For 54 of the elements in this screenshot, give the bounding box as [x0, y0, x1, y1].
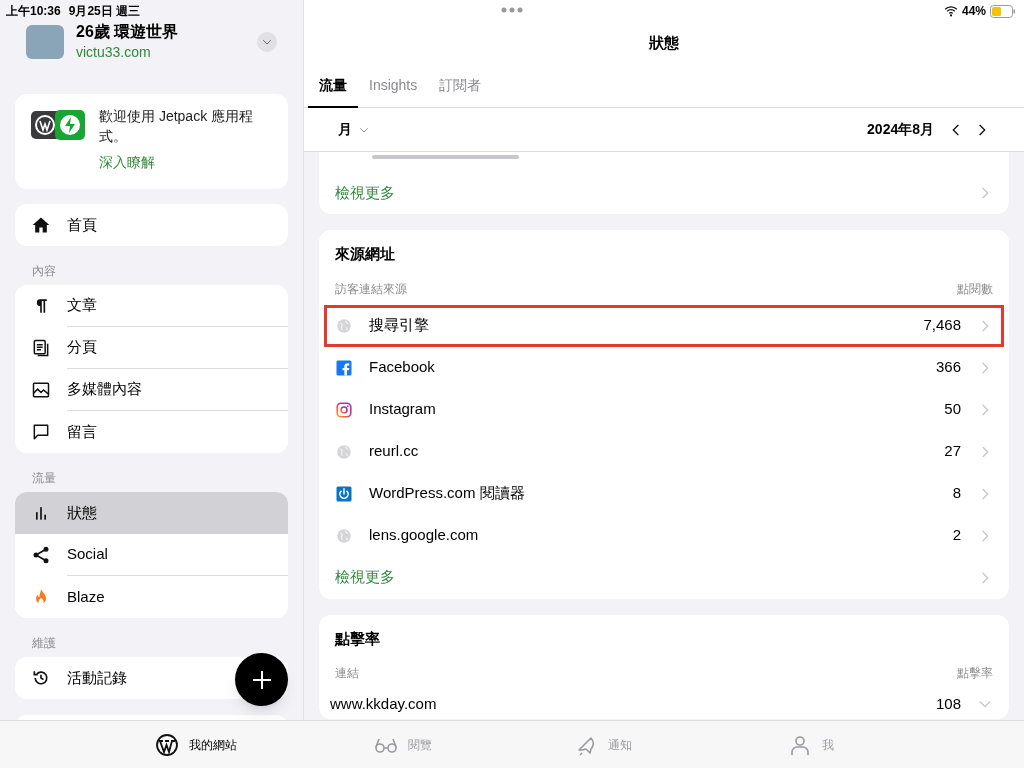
promo-text: 歡迎使用 Jetpack 應用程式。 — [99, 107, 255, 146]
period-dropdown[interactable]: 月 — [338, 119, 370, 140]
image-icon — [31, 380, 51, 400]
home-icon — [31, 215, 51, 235]
link-row[interactable]: www.kkday.com 108 — [324, 689, 1004, 719]
section-label: 流量 — [31, 470, 57, 487]
site-url[interactable]: victu33.com — [76, 42, 245, 62]
multitasking-dots-icon — [501, 7, 523, 13]
site-name: 26歲 環遊世界 — [76, 22, 180, 42]
referrer-row[interactable]: 搜尋引擎 7,468 — [324, 304, 1004, 347]
bottom-tab[interactable]: 我的網站 — [155, 721, 237, 768]
app-logos-icon — [31, 110, 85, 140]
referrer-row[interactable]: Facebook 366 — [324, 346, 1004, 389]
instagram-icon — [335, 400, 353, 419]
site-switcher-button[interactable] — [257, 32, 277, 52]
section-label: 維護 — [31, 635, 57, 652]
person-icon — [788, 733, 812, 757]
tab[interactable]: 流量 — [308, 64, 358, 108]
battery-icon — [990, 4, 1016, 18]
card-title: 來源網址 — [334, 244, 396, 264]
photo-placeholder — [26, 25, 64, 59]
tab[interactable]: 訂閱者 — [428, 64, 493, 108]
learn-more-link[interactable]: 深入瞭解 — [99, 152, 272, 173]
view-more-row[interactable]: 檢視更多 — [319, 172, 1009, 214]
tab[interactable]: Insights — [358, 64, 429, 108]
date-range: 2024年8月 — [867, 120, 934, 139]
referrer-row[interactable]: reurl.cc 27 — [324, 430, 1004, 473]
pages-icon — [31, 338, 51, 358]
comment-icon — [31, 422, 51, 442]
power-icon — [335, 484, 353, 503]
status-date: 9月25日 週三 — [68, 3, 141, 20]
history-icon — [31, 668, 51, 688]
column-header: 點閱數 — [957, 280, 993, 298]
globe-icon — [335, 526, 353, 545]
menu-item[interactable]: 狀態 — [15, 492, 288, 534]
wordpress-icon — [155, 733, 179, 757]
globe-icon — [335, 442, 353, 461]
status-time: 上午10:36 — [6, 3, 61, 20]
battery-percent: 44% — [961, 3, 986, 20]
section-label: 內容 — [31, 263, 57, 280]
facebook-icon — [335, 358, 353, 377]
column-header: 點擊率 — [957, 665, 993, 682]
wifi-icon — [943, 4, 958, 18]
referrer-row[interactable]: WordPress.com 閱讀器 8 — [324, 472, 1004, 515]
add-button[interactable] — [235, 653, 288, 706]
globe-icon — [335, 316, 353, 335]
card-title: 點擊率 — [333, 628, 381, 649]
share-icon — [31, 545, 51, 565]
referrer-row[interactable]: lens.google.com 2 — [324, 514, 1004, 557]
column-header: 訪客連結來源 — [335, 280, 407, 298]
column-header: 連結 — [335, 665, 359, 682]
page-title: 狀態 — [649, 32, 679, 53]
view-more-row[interactable]: 檢視更多 — [319, 556, 1009, 599]
referrer-row[interactable]: Instagram 50 — [324, 388, 1004, 431]
